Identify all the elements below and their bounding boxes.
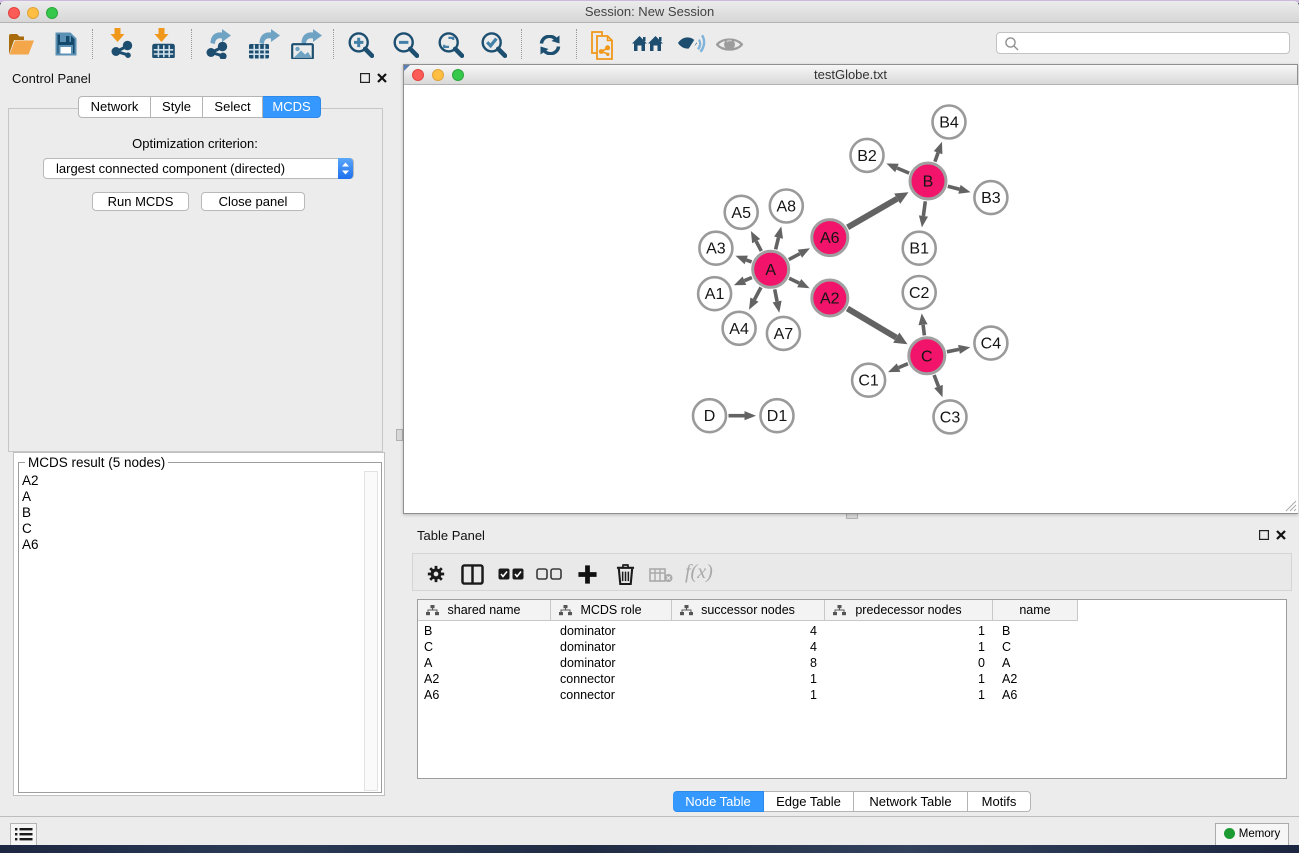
svg-text:C3: C3: [940, 409, 961, 426]
svg-text:A3: A3: [706, 241, 726, 258]
svg-text:C1: C1: [858, 373, 879, 390]
svg-text:D: D: [704, 408, 716, 425]
svg-text:A2: A2: [820, 291, 840, 308]
svg-text:B: B: [923, 174, 934, 191]
svg-text:A6: A6: [820, 230, 840, 247]
svg-text:A4: A4: [729, 321, 749, 338]
svg-text:B1: B1: [909, 241, 929, 258]
svg-text:A8: A8: [777, 199, 797, 216]
svg-text:B4: B4: [939, 115, 959, 132]
svg-text:A: A: [765, 262, 776, 279]
svg-text:A7: A7: [774, 326, 794, 343]
svg-text:C: C: [921, 348, 933, 365]
svg-text:C2: C2: [909, 285, 930, 302]
svg-text:B3: B3: [981, 190, 1001, 207]
svg-text:C4: C4: [981, 336, 1002, 353]
svg-text:A1: A1: [705, 286, 725, 303]
svg-text:A5: A5: [731, 205, 751, 222]
svg-text:D1: D1: [767, 408, 788, 425]
svg-text:B2: B2: [857, 148, 877, 165]
